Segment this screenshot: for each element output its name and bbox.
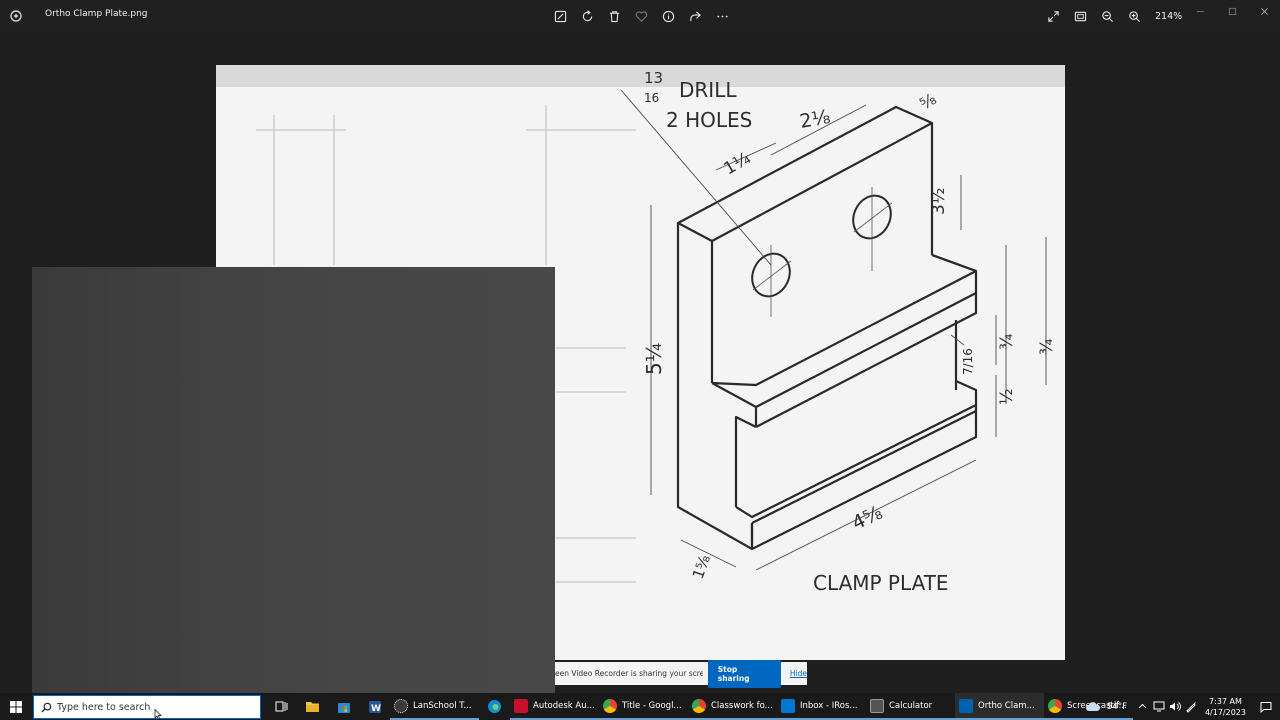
photos-app-icon [10, 10, 22, 22]
clock[interactable]: 7:37 AM 4/17/2023 [1199, 696, 1252, 718]
lanschool-icon [394, 698, 408, 713]
taskbar-search[interactable] [33, 695, 261, 719]
rotate-icon[interactable] [577, 6, 597, 26]
task-outlook[interactable]: Inbox - IRos... [777, 693, 866, 720]
screen-sharing-bar: een Video Recorder is sharing your scree… [555, 659, 807, 688]
search-icon [41, 702, 52, 713]
dim-5-1-4: 5¼ [642, 343, 666, 375]
pen-icon[interactable] [1183, 699, 1199, 715]
weather-temp[interactable]: 54°F [1107, 702, 1127, 712]
holes-label: 2 HOLES [666, 108, 752, 132]
task-autodesk[interactable]: Autodesk Au... [510, 693, 599, 720]
info-icon[interactable] [658, 6, 678, 26]
dim-3-1-2-left: 3½ [929, 188, 949, 215]
edit-icon[interactable] [550, 6, 570, 26]
taskbar-apps: W LanSchool T... Autodesk Au... Title - … [266, 693, 1133, 720]
search-input[interactable] [57, 701, 247, 713]
clock-time: 7:37 AM [1209, 696, 1242, 706]
volume-icon[interactable] [1167, 699, 1183, 715]
task-lanschool[interactable]: LanSchool T... [390, 693, 479, 720]
store-icon[interactable] [328, 693, 359, 720]
share-icon[interactable] [685, 6, 705, 26]
word-icon[interactable]: W [359, 693, 390, 720]
edge-icon[interactable] [479, 693, 510, 720]
drill-fraction-den: 16 [644, 91, 659, 105]
file-explorer-icon[interactable] [297, 693, 328, 720]
view-controls: 214% [1043, 6, 1185, 26]
chevron-up-icon[interactable] [1135, 699, 1151, 715]
cloud-icon[interactable] [1083, 699, 1103, 715]
task-view-icon[interactable] [266, 693, 297, 720]
zoom-in-icon[interactable] [1124, 6, 1144, 26]
title-bar: Ortho Clamp Plate.png 214% [0, 0, 1280, 32]
autodesk-icon [514, 698, 528, 713]
more-icon[interactable] [712, 6, 732, 26]
favorite-icon[interactable] [631, 6, 651, 26]
window-title: Ortho Clamp Plate.png [45, 9, 148, 19]
taskbar: W LanSchool T... Autodesk Au... Title - … [0, 693, 1280, 720]
windows-start-icon[interactable] [0, 693, 32, 720]
image-toolbar [550, 6, 732, 26]
notifications-icon[interactable] [1252, 699, 1280, 715]
drill-fraction-num: 13 [644, 69, 663, 87]
blurred-overlay [32, 267, 555, 693]
chrome-icon [603, 698, 617, 713]
delete-icon[interactable] [604, 6, 624, 26]
zoom-level[interactable]: 214% [1155, 11, 1185, 22]
svg-text:W: W [371, 704, 381, 714]
zoom-out-icon[interactable] [1097, 6, 1117, 26]
maximize-icon[interactable] [1216, 0, 1248, 22]
drawing-caption: CLAMP PLATE [813, 571, 949, 595]
expand-icon[interactable] [1043, 6, 1063, 26]
system-tray: 54°F 7:37 AM 4/17/2023 [1083, 693, 1280, 720]
photos-icon [959, 698, 973, 713]
clock-date: 4/17/2023 [1204, 707, 1246, 717]
stop-sharing-button[interactable]: Stop sharing [707, 659, 781, 688]
window-controls [1184, 0, 1280, 22]
chrome-icon [1048, 698, 1062, 713]
minimize-icon[interactable] [1184, 0, 1216, 22]
drill-label: DRILL [679, 78, 737, 102]
fit-icon[interactable] [1070, 6, 1090, 26]
sharing-message: een Video Recorder is sharing your scree… [555, 669, 703, 678]
network-icon[interactable] [1151, 699, 1167, 715]
dim-3-4-a: ¾ [997, 334, 1017, 350]
calculator-icon [870, 698, 884, 713]
task-photos[interactable]: Ortho Clam... [955, 693, 1044, 720]
photos-app-window: Ortho Clamp Plate.png 214% 13 16 DRILL 2… [0, 0, 1280, 720]
close-icon[interactable] [1248, 0, 1280, 22]
dim-7-16: 7/16 [961, 348, 975, 375]
outlook-icon [781, 698, 795, 713]
dim-3-4-b: ¾ [1037, 339, 1057, 355]
hide-link[interactable]: Hide [790, 669, 807, 678]
chrome-icon [692, 698, 706, 713]
dim-1-2: ½ [997, 389, 1017, 405]
task-google-docs[interactable]: Title - Googl... [599, 693, 688, 720]
mouse-cursor-icon [154, 709, 162, 720]
task-classwork[interactable]: Classwork fo... [688, 693, 777, 720]
task-calculator[interactable]: Calculator [866, 693, 955, 720]
